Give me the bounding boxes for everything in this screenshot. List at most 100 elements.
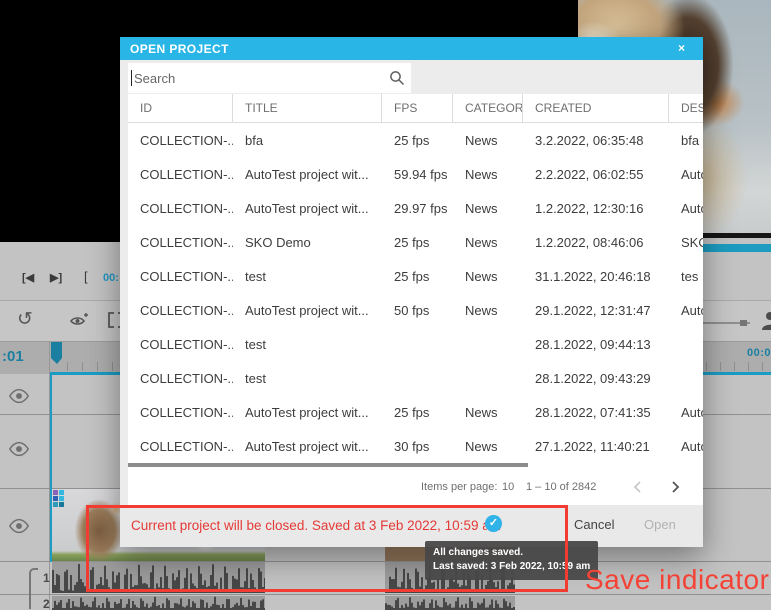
cell-id: COLLECTION-... [128, 361, 233, 395]
cell-category: News [453, 429, 523, 463]
ruler-tick [97, 362, 98, 371]
cell-title: test [233, 361, 382, 395]
user-icon[interactable] [756, 310, 771, 332]
cell-title: AutoTest project wit... [233, 293, 382, 327]
cell-description: AutoTest [669, 395, 703, 429]
saved-check-icon[interactable]: ✓ [485, 515, 502, 532]
text-caret [131, 70, 132, 86]
table-row[interactable]: COLLECTION-...AutoTest project wit...29.… [128, 191, 703, 225]
cell-description: AutoTest [669, 429, 703, 463]
track1-visibility-eye-icon[interactable] [8, 388, 30, 404]
table-row[interactable]: COLLECTION-...bfa25 fpsNews3.2.2022, 06:… [128, 123, 703, 157]
table-row[interactable]: COLLECTION-...AutoTest project wit...25 … [128, 395, 703, 429]
cell-id: COLLECTION-... [128, 191, 233, 225]
ruler-time-label-left: :01 [2, 348, 24, 365]
cell-id: COLLECTION-... [128, 395, 233, 429]
prev-frame-button[interactable]: [◀ [22, 271, 34, 284]
cell-category: News [453, 157, 523, 191]
table-row[interactable]: COLLECTION-...AutoTest project wit...59.… [128, 157, 703, 191]
cell-fps: 30 fps [382, 429, 453, 463]
cell-category: News [453, 293, 523, 327]
cell-created: 28.1.2022, 09:44:13 [523, 327, 669, 361]
cell-fps [382, 327, 453, 361]
cell-category: News [453, 259, 523, 293]
search-placeholder: Search [134, 71, 175, 86]
cell-created: 28.1.2022, 07:41:35 [523, 395, 669, 429]
cell-id: COLLECTION-... [128, 225, 233, 259]
cell-description [669, 327, 703, 361]
table-row[interactable]: COLLECTION-...AutoTest project wit...30 … [128, 429, 703, 463]
cell-fps: 29.97 fps [382, 191, 453, 225]
column-header-created: CREATED [523, 94, 669, 122]
column-header-description: DESCRIPTION [669, 94, 703, 122]
table-header-row: IDTITLEFPSCATEGORYCREATEDDESCRIPTION [128, 94, 703, 123]
pagination-range-label: 1 – 10 of 2842 [526, 481, 596, 493]
next-frame-button[interactable]: ▶] [50, 271, 62, 284]
search-input[interactable]: Search [128, 63, 411, 93]
cancel-button[interactable]: Cancel [574, 517, 614, 532]
pagination-bar: Items per page: 10 1 – 10 of 2842 [128, 469, 703, 505]
ruler-tick [112, 362, 113, 371]
cell-fps: 59.94 fps [382, 157, 453, 191]
cell-id: COLLECTION-... [128, 157, 233, 191]
cell-category: News [453, 395, 523, 429]
table-row[interactable]: COLLECTION-...test28.1.2022, 09:44:13 [128, 327, 703, 361]
cell-id: COLLECTION-... [128, 259, 233, 293]
table-body: COLLECTION-...bfa25 fpsNews3.2.2022, 06:… [128, 123, 703, 463]
clip-marker [59, 490, 64, 495]
cell-created: 1.2.2022, 12:30:16 [523, 191, 669, 225]
items-per-page-label: Items per page: [421, 481, 497, 493]
cell-created: 2.2.2022, 06:02:55 [523, 157, 669, 191]
cell-category: News [453, 191, 523, 225]
cell-description: SKO [669, 225, 703, 259]
column-header-fps: FPS [382, 94, 453, 122]
cell-description: AutoTest [669, 191, 703, 225]
column-header-id: ID [128, 94, 233, 122]
cell-description: tes [669, 259, 703, 293]
cell-title: test [233, 259, 382, 293]
cell-title: bfa [233, 123, 382, 157]
ruler-time-label-right: 00:0 [747, 347, 771, 359]
cell-title: test [233, 327, 382, 361]
cell-title: AutoTest project wit... [233, 429, 382, 463]
cell-fps: 25 fps [382, 259, 453, 293]
audio1-waveform-clip[interactable] [52, 562, 265, 593]
ruler-tick [82, 362, 83, 371]
cell-fps: 50 fps [382, 293, 453, 327]
cell-category: News [453, 123, 523, 157]
clip-marker [53, 490, 58, 495]
ruler-tick [706, 362, 707, 371]
track3-visibility-eye-icon[interactable] [8, 518, 30, 534]
preview-add-icon[interactable] [69, 312, 89, 328]
close-icon[interactable]: × [678, 41, 685, 55]
clip-marker [59, 502, 64, 507]
audio2-waveform-clip[interactable] [385, 596, 515, 610]
next-page-chevron-icon[interactable] [668, 480, 682, 494]
table-row[interactable]: COLLECTION-...test28.1.2022, 09:43:29 [128, 361, 703, 395]
audio-track1-label: 1 [43, 571, 50, 585]
tooltip-line1: All changes saved. [433, 546, 590, 560]
open-button[interactable]: Open [644, 517, 676, 532]
cell-created: 27.1.2022, 11:40:21 [523, 429, 669, 463]
items-per-page-select[interactable]: 10 [502, 481, 514, 493]
cell-title: SKO Demo [233, 225, 382, 259]
annotation-label: Save indicator [585, 564, 769, 596]
zoom-slider-handle[interactable] [740, 320, 747, 326]
undo-icon[interactable]: ↺ [17, 308, 33, 331]
track2-visibility-eye-icon[interactable] [8, 441, 30, 457]
previous-page-chevron-icon[interactable] [631, 480, 645, 494]
table-row[interactable]: COLLECTION-...AutoTest project wit...50 … [128, 293, 703, 327]
audio2-waveform-clip[interactable] [52, 596, 265, 610]
audio-track2-label: 2 [43, 597, 50, 610]
table-row[interactable]: COLLECTION-...SKO Demo25 fpsNews1.2.2022… [128, 225, 703, 259]
playhead-marker[interactable] [51, 342, 63, 365]
mark-in-button[interactable]: [ [84, 269, 88, 284]
horizontal-scrollbar[interactable] [128, 463, 528, 467]
cell-title: AutoTest project wit... [233, 191, 382, 225]
app-window: [◀ ▶] [ 00: ↺ :01 00:0 1 2 [0, 0, 771, 610]
ruler-tick [748, 362, 749, 371]
ruler-tick [67, 362, 68, 371]
table-row[interactable]: COLLECTION-...test25 fpsNews31.1.2022, 2… [128, 259, 703, 293]
clip-marker [53, 496, 58, 501]
search-icon[interactable] [389, 70, 405, 86]
